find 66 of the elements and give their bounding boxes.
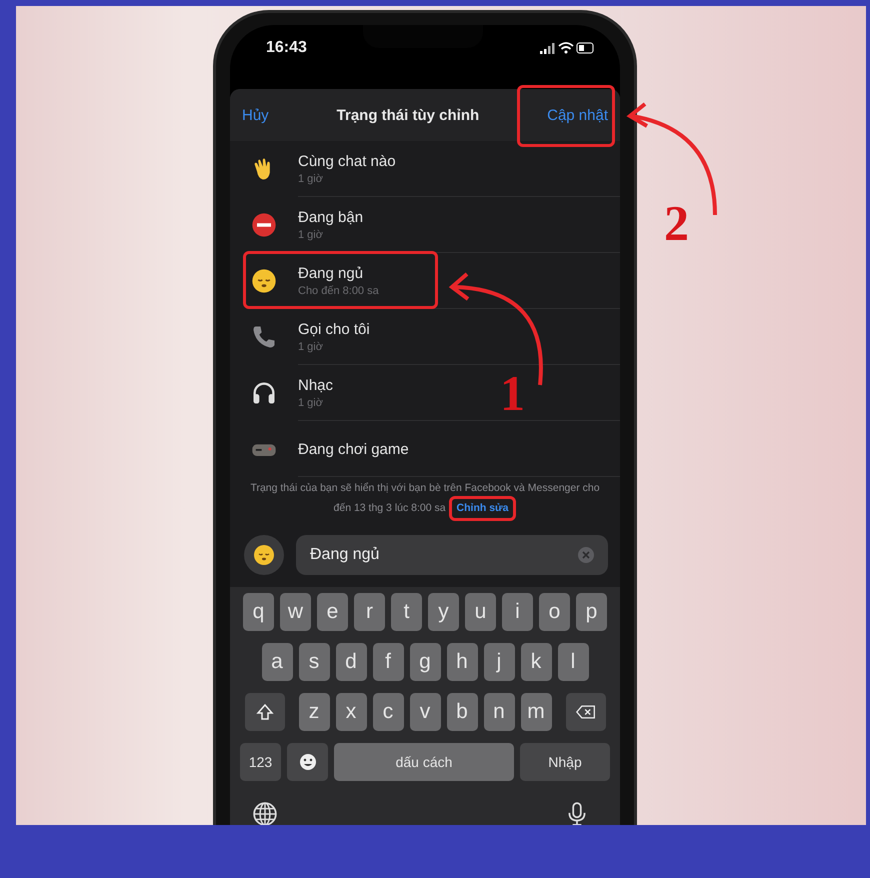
- letter-key[interactable]: x: [336, 693, 366, 731]
- status-option[interactable]: Đang chơi game: [250, 435, 409, 463]
- letter-key[interactable]: n: [484, 693, 514, 731]
- delete-key[interactable]: [566, 693, 606, 731]
- status-time: 16:43: [266, 39, 307, 57]
- letter-key[interactable]: a: [262, 643, 292, 681]
- letter-key[interactable]: j: [484, 643, 514, 681]
- status-title: Cùng chat nào: [298, 153, 396, 170]
- letter-key[interactable]: u: [465, 593, 496, 631]
- letter-key[interactable]: f: [372, 643, 404, 681]
- step-number: 2: [664, 198, 689, 248]
- letter-key[interactable]: g: [410, 643, 440, 681]
- status-title: Gọi cho tôi: [298, 321, 370, 338]
- update-button[interactable]: Cập nhật: [547, 106, 608, 124]
- sheet-title: Trạng thái tùy chỉnh: [336, 106, 480, 124]
- sleepy-face-icon: [250, 267, 278, 295]
- status-title: Đang chơi game: [298, 440, 409, 458]
- visibility-note: Trạng thái của bạn sẽ hiển thị với bạn bè trên Facebook và Messenger cho đến 13 thg 3 lúc 8:00 sa Chỉnh sửa: [248, 481, 602, 521]
- letter-key[interactable]: l: [558, 643, 588, 681]
- status-duration: 1 giờ: [298, 173, 324, 185]
- edit-link[interactable]: Chỉnh sửa: [448, 496, 516, 521]
- letter-key[interactable]: k: [520, 643, 552, 681]
- status-option[interactable]: Nhạc 1 giờ: [250, 377, 334, 409]
- letter-key[interactable]: v: [410, 693, 440, 731]
- space-key[interactable]: dấu cách: [334, 743, 514, 781]
- smiley-icon: [298, 752, 318, 772]
- emoji-key[interactable]: [287, 743, 328, 781]
- sleepy-face-icon: [252, 543, 276, 567]
- status-option[interactable]: Đang bận 1 giờ: [250, 209, 364, 241]
- status-icons: [540, 41, 596, 55]
- letter-key[interactable]: m: [520, 693, 552, 731]
- letter-key[interactable]: d: [336, 643, 366, 681]
- no-entry-icon: [250, 211, 278, 239]
- letter-key[interactable]: t: [391, 593, 422, 631]
- letter-key[interactable]: q: [243, 593, 274, 631]
- emoji-button[interactable]: [244, 535, 284, 575]
- status-duration: 1 giờ: [298, 229, 324, 241]
- letter-key[interactable]: b: [446, 693, 478, 731]
- letter-key[interactable]: o: [539, 593, 570, 631]
- letter-key[interactable]: y: [428, 593, 459, 631]
- shift-key[interactable]: [244, 693, 284, 731]
- status-duration: Cho đến 8:00 sa: [298, 285, 379, 297]
- status-duration: 1 giờ: [298, 341, 324, 353]
- globe-icon[interactable]: [252, 801, 278, 825]
- step-number: 1: [500, 368, 525, 418]
- letter-key[interactable]: p: [576, 593, 607, 631]
- status-option[interactable]: Đang ngủ Cho đến 8:00 sa: [250, 265, 379, 297]
- letter-key[interactable]: w: [280, 593, 311, 631]
- status-input-field[interactable]: Đang ngủ: [296, 535, 608, 575]
- status-option[interactable]: Gọi cho tôi 1 giờ: [250, 321, 370, 353]
- status-duration: 1 giờ: [298, 397, 324, 409]
- status-title: Nhạc: [298, 377, 334, 394]
- letter-key[interactable]: s: [298, 643, 330, 681]
- letter-key[interactable]: h: [446, 643, 478, 681]
- letter-key[interactable]: z: [298, 693, 330, 731]
- letter-key[interactable]: e: [317, 593, 348, 631]
- status-title: Đang ngủ: [298, 265, 364, 282]
- status-title: Đang bận: [298, 209, 364, 226]
- letter-key[interactable]: c: [372, 693, 404, 731]
- cancel-button[interactable]: Hủy: [242, 106, 269, 124]
- shift-icon: [254, 702, 274, 722]
- status-option[interactable]: Cùng chat nào 1 giờ: [250, 153, 396, 185]
- letter-key[interactable]: r: [354, 593, 385, 631]
- return-key[interactable]: Nhập: [520, 743, 610, 781]
- letter-key[interactable]: i: [502, 593, 533, 631]
- numbers-key[interactable]: 123: [240, 743, 281, 781]
